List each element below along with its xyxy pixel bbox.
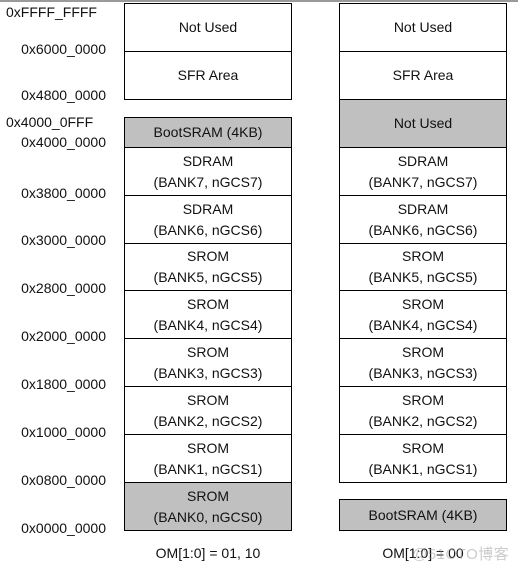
region-bank: (BANK6, nGCS6) [368,221,478,238]
region-bank2: SROM (BANK2, nGCS2) [339,386,507,435]
region-label: BootSRAM (4KB) [153,124,263,140]
region-bank: (BANK7, nGCS7) [368,173,478,190]
address-label: 0xFFFF_FFFF [6,4,97,20]
region-bank5: SROM (BANK5, nGCS5) [339,243,507,291]
region-type: SROM [402,439,444,456]
region-bank: (BANK7, nGCS7) [153,173,263,190]
region-bank1: SROM (BANK1, nGCS1) [124,434,292,483]
address-label: 0x0000_0000 [21,520,106,536]
region-bank3: SROM (BANK3, nGCS3) [124,338,292,387]
address-label: 0x4000_0FFF [6,114,94,130]
region-bank1: SROM (BANK1, nGCS1) [339,434,507,483]
address-label: 0x6000_0000 [21,41,106,57]
region-bank4: SROM (BANK4, nGCS4) [124,290,292,339]
region-type: SROM [187,439,229,456]
region-bank0: SROM (BANK0, nGCS0) [124,482,292,531]
region-bank: (BANK1, nGCS1) [153,460,263,477]
region-type: SROM [187,295,229,312]
region-type: SROM [402,391,444,408]
region-type: SROM [187,343,229,360]
region-type: SROM [402,248,444,264]
region-bank: (BANK2, nGCS2) [153,412,263,429]
address-label: 0x3000_0000 [21,232,106,248]
address-label: 0x4000_0000 [21,134,106,150]
address-label: 0x0800_0000 [21,472,106,488]
region-type: SROM [187,248,229,264]
region-sfr-area: SFR Area [124,51,292,100]
region-label: SFR Area [392,67,454,83]
region-bank: (BANK1, nGCS1) [368,460,478,477]
region-bank: (BANK5, nGCS5) [153,269,263,285]
region-label: SFR Area [177,67,239,83]
region-not-used-shaded: Not Used [339,99,507,148]
region-type: SDRAM [397,152,449,169]
region-bank: (BANK3, nGCS3) [153,364,263,381]
address-label: 0x1800_0000 [21,376,106,392]
region-bootsram: BootSRAM (4KB) [124,117,292,148]
region-type: SDRAM [182,200,234,217]
region-bank5: SROM (BANK5, nGCS5) [124,243,292,291]
left-map-caption: OM[1:0] = 01, 10 [155,545,261,561]
region-sfr-area: SFR Area [339,51,507,100]
region-type: SROM [402,343,444,360]
region-type: SDRAM [182,152,234,169]
top-border [0,0,518,2]
address-label: 0x2800_0000 [21,280,106,296]
region-bank: (BANK2, nGCS2) [368,412,478,429]
region-bank6: SDRAM (BANK6, nGCS6) [124,195,292,244]
region-bank6: SDRAM (BANK6, nGCS6) [339,195,507,244]
region-not-used: Not Used [339,3,507,52]
region-bootsram: BootSRAM (4KB) [339,499,507,531]
region-bank: (BANK3, nGCS3) [368,364,478,381]
region-bank4: SROM (BANK4, nGCS4) [339,290,507,339]
region-label: Not Used [393,115,453,131]
watermark: @51CTO博客 [412,546,510,563]
region-type: SROM [187,391,229,408]
region-bank: (BANK4, nGCS4) [368,316,478,333]
region-bank: (BANK6, nGCS6) [153,221,263,238]
region-bank: (BANK5, nGCS5) [368,269,478,285]
region-bank: (BANK4, nGCS4) [153,316,263,333]
region-label: BootSRAM (4KB) [368,506,478,523]
region-type: SROM [187,487,229,504]
region-bank7: SDRAM (BANK7, nGCS7) [339,147,507,196]
address-label: 0x3800_0000 [21,185,106,201]
address-label: 0x2000_0000 [21,328,106,344]
region-bank3: SROM (BANK3, nGCS3) [339,338,507,387]
address-label: 0x4800_0000 [21,87,106,103]
region-bank7: SDRAM (BANK7, nGCS7) [124,147,292,196]
region-not-used: Not Used [124,3,292,52]
region-bank: (BANK0, nGCS0) [153,508,263,525]
address-label: 0x1000_0000 [21,424,106,440]
region-type: SROM [402,295,444,312]
region-type: SDRAM [397,200,449,217]
region-label: Not Used [178,19,238,35]
region-bank2: SROM (BANK2, nGCS2) [124,386,292,435]
region-label: Not Used [393,19,453,35]
